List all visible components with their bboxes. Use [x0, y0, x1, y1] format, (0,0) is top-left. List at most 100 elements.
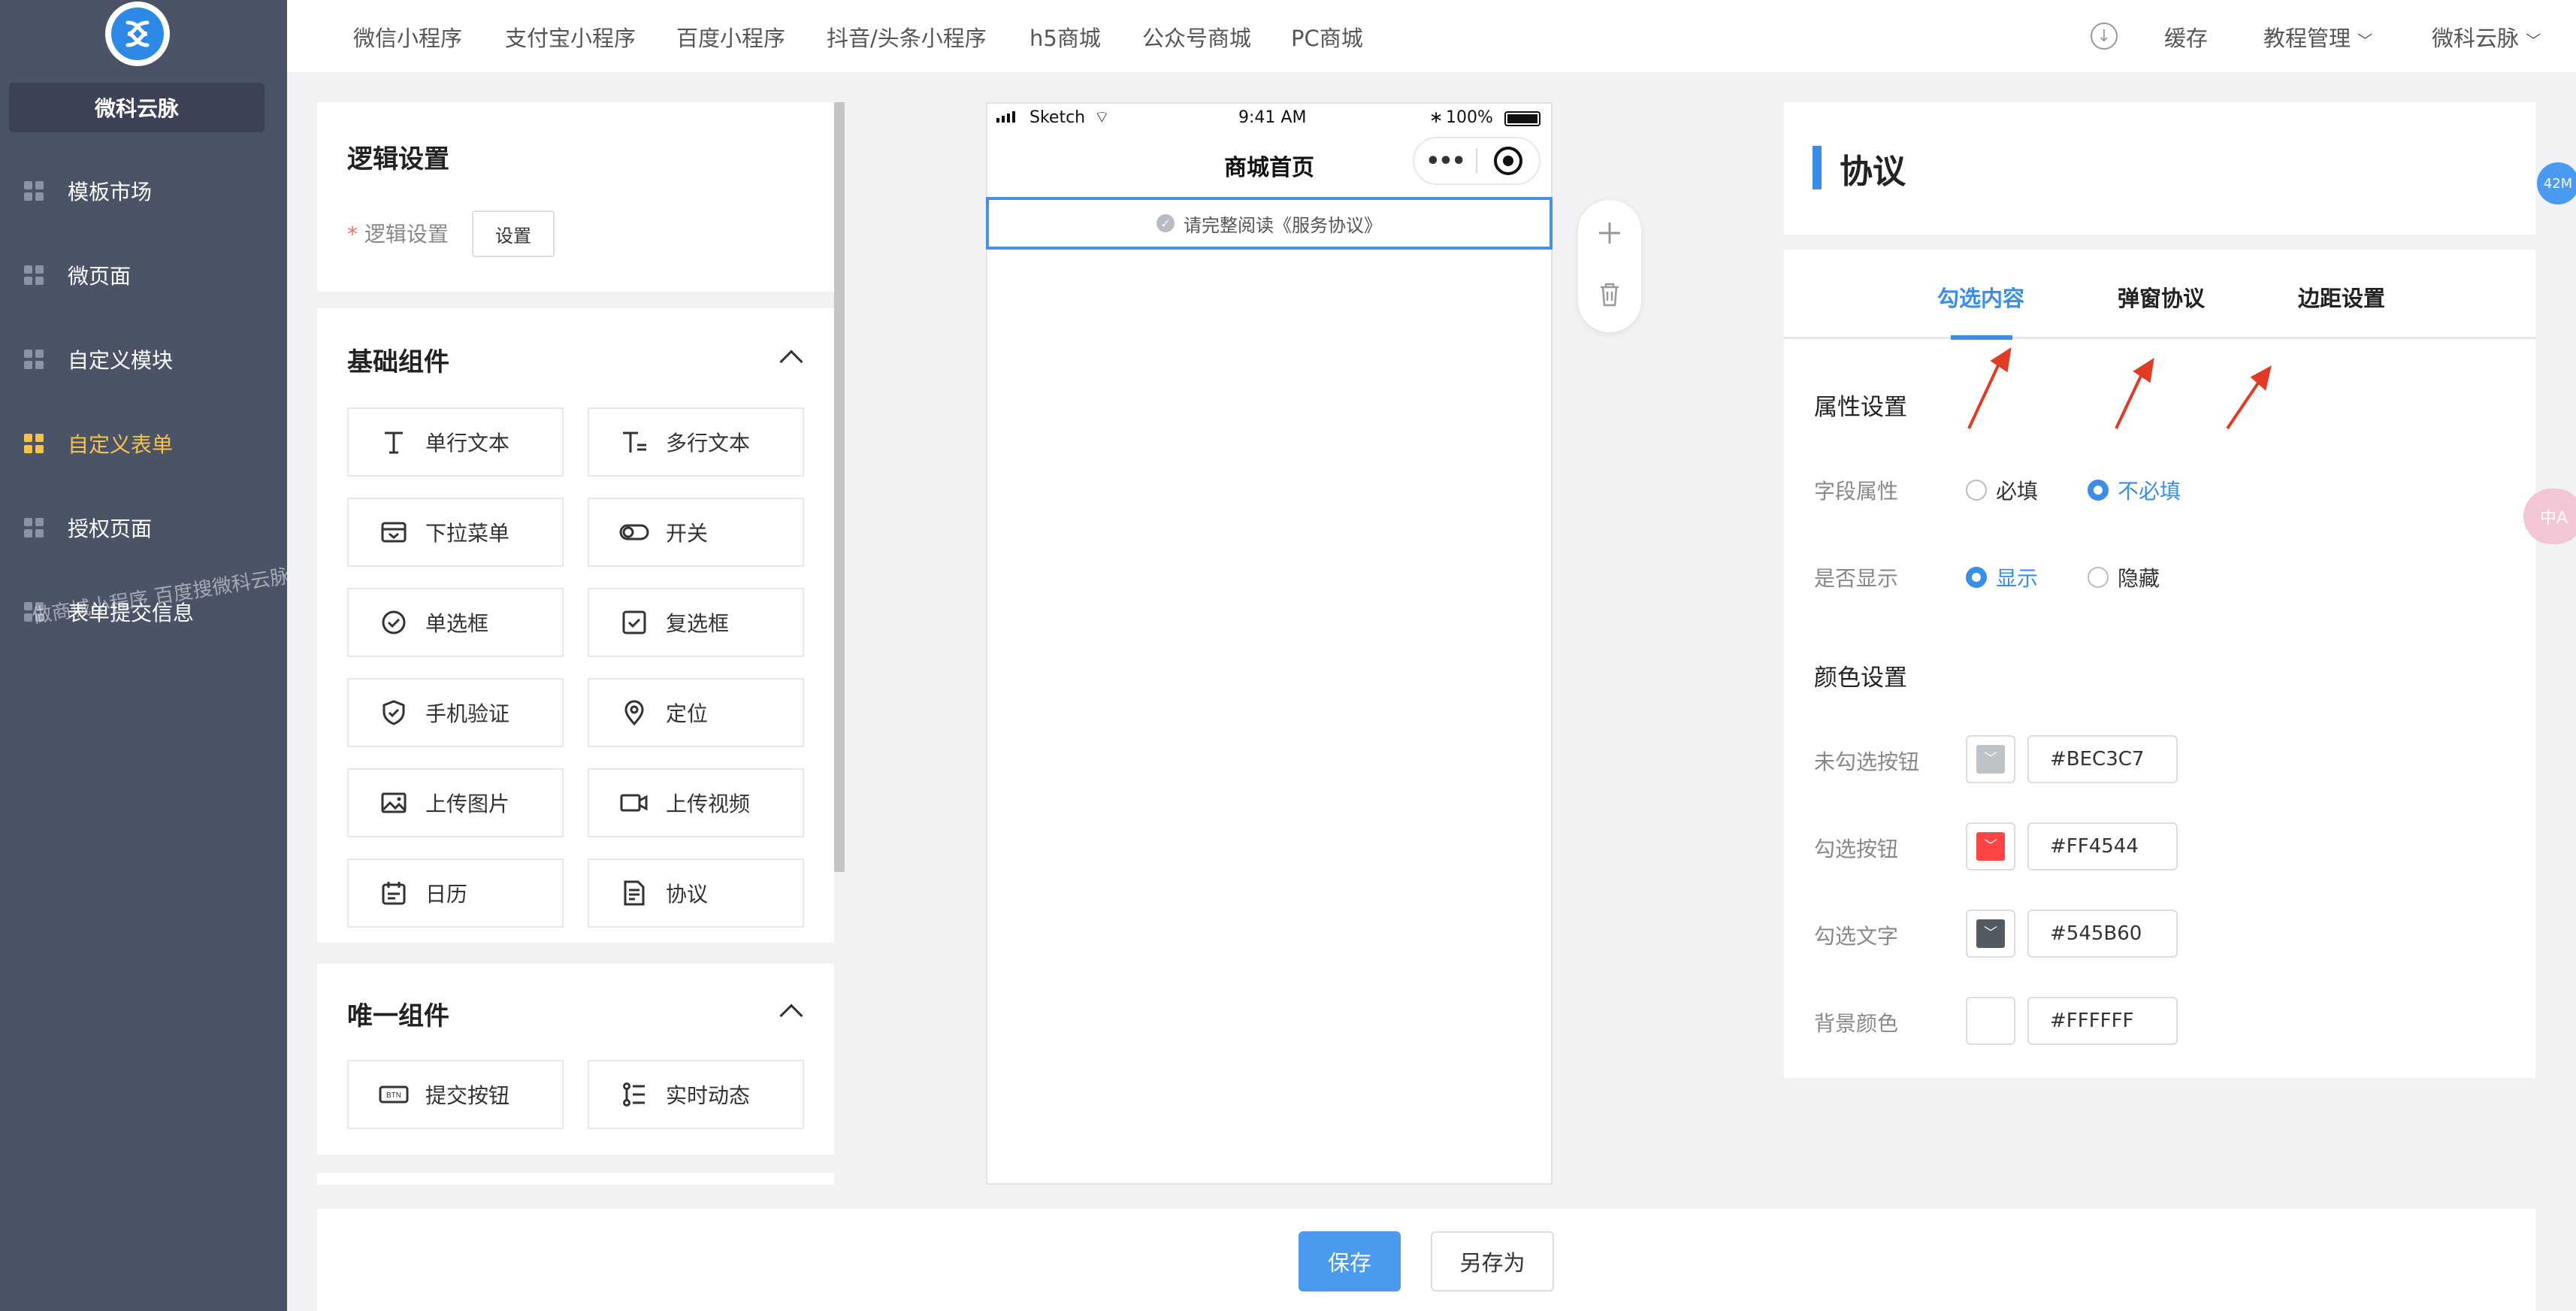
memory-badge[interactable]: 42M — [2537, 162, 2576, 204]
radio-hide[interactable]: 隐藏 — [2088, 562, 2160, 592]
battery-percent: 100% — [1446, 108, 1493, 127]
tab-pc[interactable]: PC商城 — [1291, 21, 1363, 53]
grid-icon — [24, 518, 44, 537]
close-circle-icon[interactable] — [1477, 147, 1539, 175]
shield-check-icon — [379, 698, 409, 728]
tab-popup-agreement[interactable]: 弹窗协议 — [2118, 281, 2205, 313]
component-label: 复选框 — [666, 611, 730, 636]
calendar-icon — [379, 878, 409, 908]
color-input-text[interactable]: #545B60 — [2027, 910, 2178, 958]
component-multi-line-text[interactable]: 多行文本 — [588, 407, 804, 477]
color-section-title: 颜色设置 — [1814, 665, 1907, 692]
color-swatch-text[interactable]: ﹀ — [1966, 910, 2015, 958]
tab-baidu[interactable]: 百度小程序 — [676, 21, 785, 53]
color-input-checked[interactable]: #FF4544 — [2027, 822, 2178, 870]
color-label-unchecked: 未勾选按钮 — [1814, 749, 1920, 774]
component-location[interactable]: 定位 — [588, 678, 804, 747]
component-phone-verify[interactable]: 手机验证 — [347, 678, 564, 747]
tab-check-content[interactable]: 勾选内容 — [1937, 281, 2024, 313]
bluetooth-icon: ∗ — [1429, 108, 1444, 127]
color-label-checked: 勾选按钮 — [1814, 837, 1899, 861]
tab-wechat[interactable]: 微信小程序 — [353, 21, 462, 53]
logic-label-text: 逻辑设置 — [364, 222, 449, 247]
collapse-chevron-icon[interactable] — [779, 350, 803, 374]
brand-name: 微科云脉 — [9, 83, 265, 132]
grid-icon — [24, 265, 44, 285]
radio-show[interactable]: 显示 — [1966, 562, 2038, 592]
component-label: 开关 — [666, 521, 709, 546]
tab-margin-settings[interactable]: 边距设置 — [2298, 281, 2385, 313]
component-submit-button[interactable]: BTN 提交按钮 — [347, 1060, 564, 1129]
phone-preview: Sketch ⌔ 9:41 AM ∗ 100% 商城首页 ••• ✓ 请完整阅读… — [986, 102, 1553, 1185]
save-as-button[interactable]: 另存为 — [1431, 1231, 1554, 1291]
sidebar-item-label: 授权页面 — [68, 516, 153, 541]
collapse-chevron-icon[interactable] — [779, 1004, 803, 1028]
tab-alipay[interactable]: 支付宝小程序 — [505, 21, 636, 53]
save-button[interactable]: 保存 — [1299, 1231, 1401, 1291]
sidebar-item-template-market[interactable]: 模板市场 — [0, 161, 287, 221]
component-radio[interactable]: 单选框 — [347, 588, 564, 657]
tutorial-menu[interactable]: 教程管理 ﹀ — [2263, 21, 2372, 53]
component-calendar[interactable]: 日历 — [347, 858, 564, 928]
add-icon[interactable] — [1595, 218, 1625, 248]
color-label-text: 勾选文字 — [1814, 924, 1899, 949]
sidebar-item-auth-page[interactable]: 授权页面 — [0, 498, 287, 558]
component-dropdown[interactable]: 下拉菜单 — [347, 498, 564, 567]
agreement-component[interactable]: ✓ 请完整阅读《服务协议》 — [986, 197, 1553, 250]
toggle-icon — [619, 517, 649, 547]
property-header: 协议 — [1784, 102, 2535, 235]
miniapp-capsule: ••• — [1413, 137, 1540, 185]
component-single-line-text[interactable]: 单行文本 — [347, 407, 564, 477]
wifi-icon: ⌔ — [1094, 108, 1110, 127]
battery-icon — [1504, 111, 1540, 126]
radio-circle — [2088, 567, 2109, 588]
video-icon — [619, 788, 649, 818]
color-input-unchecked[interactable]: #BEC3C7 — [2027, 735, 2178, 783]
tab-h5[interactable]: h5商城 — [1029, 21, 1101, 53]
radio-circle — [1966, 567, 1987, 588]
color-swatch-unchecked[interactable]: ﹀ — [1966, 735, 2015, 783]
location-pin-icon — [619, 698, 649, 728]
color-input-background[interactable]: #FFFFFF — [2027, 997, 2178, 1045]
sidebar-item-custom-form[interactable]: 自定义表单 — [0, 413, 287, 474]
trash-icon[interactable] — [1595, 280, 1625, 310]
sidebar-item-micro-page[interactable]: 微页面 — [0, 245, 287, 305]
cache-link[interactable]: 缓存 — [2164, 21, 2208, 53]
carrier: Sketch — [1029, 108, 1086, 127]
radio-optional[interactable]: 不必填 — [2088, 475, 2181, 505]
component-label: 提交按钮 — [425, 1083, 510, 1108]
chevron-down-icon: ﹀ — [1976, 919, 2005, 948]
sidebar-item-custom-module[interactable]: 自定义模块 — [0, 329, 287, 389]
user-menu[interactable]: 微科云脉 ﹀ — [2432, 21, 2541, 53]
download-icon[interactable]: ↓ — [2091, 23, 2118, 50]
component-agreement[interactable]: 协议 — [588, 858, 804, 928]
required-mark: * — [347, 222, 364, 247]
basic-title: 基础组件 — [347, 347, 449, 377]
component-panel: 逻辑设置 * 逻辑设置 设置 基础组件 单行文本 多行文本 下拉菜单 开关 单选… — [317, 102, 834, 1185]
button-icon: BTN — [379, 1079, 409, 1110]
grid-icon — [24, 181, 44, 201]
app-logo[interactable] — [105, 2, 170, 66]
radio-required[interactable]: 必填 — [1966, 475, 2038, 505]
tab-douyin[interactable]: 抖音/头条小程序 — [827, 21, 987, 53]
agreement-text: 请完整阅读《服务协议》 — [1184, 214, 1382, 236]
more-dots-icon[interactable]: ••• — [1414, 148, 1476, 174]
checkbox-icon — [619, 607, 649, 637]
component-label: 手机验证 — [425, 701, 510, 726]
translate-icon[interactable]: 中A — [2523, 489, 2576, 544]
component-upload-video[interactable]: 上传视频 — [588, 768, 804, 837]
component-label: 协议 — [666, 882, 709, 907]
signal-icon — [996, 111, 1015, 123]
logic-set-button[interactable]: 设置 — [472, 210, 555, 257]
panel-scrollbar[interactable] — [834, 102, 845, 872]
document-icon — [619, 878, 649, 908]
component-live-feed[interactable]: 实时动态 — [588, 1060, 804, 1129]
color-swatch-background[interactable] — [1966, 997, 2015, 1045]
component-checkbox[interactable]: 复选框 — [588, 588, 804, 657]
component-switch[interactable]: 开关 — [588, 498, 804, 567]
component-upload-image[interactable]: 上传图片 — [347, 768, 564, 837]
status-time: 9:41 AM — [1238, 108, 1307, 127]
tab-official-account[interactable]: 公众号商城 — [1142, 21, 1251, 53]
dropdown-icon — [379, 517, 409, 547]
color-swatch-checked[interactable]: ﹀ — [1966, 822, 2015, 870]
